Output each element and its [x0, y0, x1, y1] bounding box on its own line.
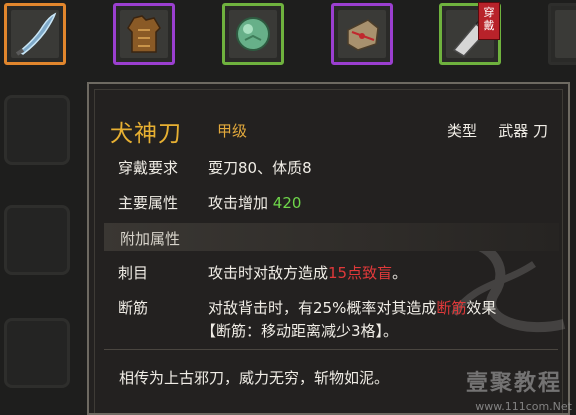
inventory-slot-vest[interactable] — [113, 3, 175, 65]
main-attr-label: 主要属性 — [118, 194, 179, 212]
extra-attr-label: 附加属性 — [120, 230, 181, 248]
side-slot-2[interactable] — [4, 205, 70, 275]
curved-blade-icon — [11, 10, 59, 58]
watermark-url: www.111com.Net — [475, 400, 572, 413]
effect-hamstring-label: 断筋 — [118, 299, 149, 317]
divider — [104, 349, 558, 350]
inventory-slot-blade[interactable] — [4, 3, 66, 65]
watermark-text: 壹聚教程 — [465, 371, 562, 396]
requirements-label: 穿戴要求 — [118, 159, 179, 177]
main-attr-value: 攻击增加 420 — [208, 192, 301, 213]
item-grade: 甲级 — [217, 122, 248, 140]
side-slot-1[interactable] — [4, 95, 70, 165]
flavor-text: 相传为上古邪刀，威力无穷，斩物如泥。 — [119, 369, 390, 387]
attack-bonus-value: 420 — [272, 194, 302, 212]
item-type-value: 武器 刀 — [498, 122, 548, 140]
side-slot-3[interactable] — [4, 318, 70, 388]
effect-hamstring-text: 对敌背击时，有25%概率对其造成 — [208, 299, 437, 317]
equipment-row: 穿戴 — [0, 0, 576, 78]
effect-hamstring-end: 效果 — [466, 299, 497, 317]
effect-blind-label: 刺目 — [118, 264, 149, 282]
effect-hamstring-highlight: 断筋 — [436, 299, 467, 317]
bound-pouch-icon — [338, 10, 386, 58]
effect-hamstring-detail: 【断筋：移动距离减少3格】。 — [201, 322, 399, 340]
equipped-badge: 穿戴 — [478, 2, 500, 40]
inventory-slot-cleaver[interactable]: 穿戴 — [439, 2, 501, 65]
inventory-slot-orb[interactable] — [222, 3, 284, 65]
effect-blind-value: 攻击时对敌方造成15点致盲。 — [208, 262, 407, 283]
requirements-value: 耍刀80、体质8 — [208, 159, 312, 177]
effect-blind-text: 攻击时对敌方造成 — [208, 264, 329, 282]
jade-orb-icon — [229, 10, 277, 58]
effect-blind-highlight: 15点致盲 — [328, 264, 393, 282]
inventory-slot-partial[interactable] — [548, 3, 576, 65]
inventory-slot-pouch[interactable] — [331, 3, 393, 65]
effect-hamstring-value: 对敌背击时，有25%概率对其造成断筋效果 — [208, 297, 496, 318]
main-attr-text: 攻击增加 — [208, 194, 269, 212]
item-type-label: 类型 — [446, 122, 477, 140]
item-name: 犬神刀 — [110, 121, 182, 147]
effect-blind-end: 。 — [392, 264, 408, 282]
leather-vest-icon — [120, 10, 168, 58]
